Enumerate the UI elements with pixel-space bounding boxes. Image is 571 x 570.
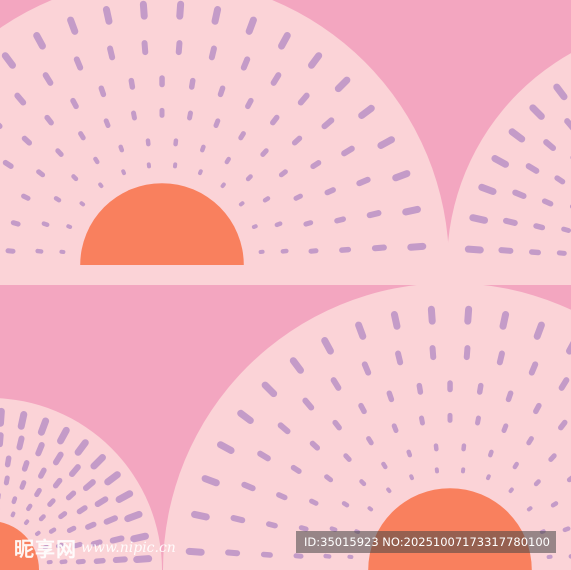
dash-mark	[139, 0, 148, 20]
horizontal-band	[0, 265, 571, 285]
watermark-logo: 昵享网 www.nipic.cn	[14, 533, 214, 561]
dash-mark	[176, 0, 185, 20]
sunburst-pattern	[0, 0, 571, 570]
dash-mark	[159, 75, 165, 88]
dash-mark	[464, 245, 484, 254]
dash-mark	[159, 107, 165, 118]
watermark-id: ID:35015923 NO:20251007173317780100	[296, 531, 556, 553]
dash-mark	[447, 412, 453, 423]
dash-mark	[407, 242, 427, 251]
dash-mark	[464, 305, 473, 325]
dash-mark	[427, 305, 436, 325]
dash-mark	[447, 380, 453, 393]
watermark-site: www.nipic.cn	[81, 539, 176, 556]
watermark-brand: 昵享网	[14, 537, 77, 561]
